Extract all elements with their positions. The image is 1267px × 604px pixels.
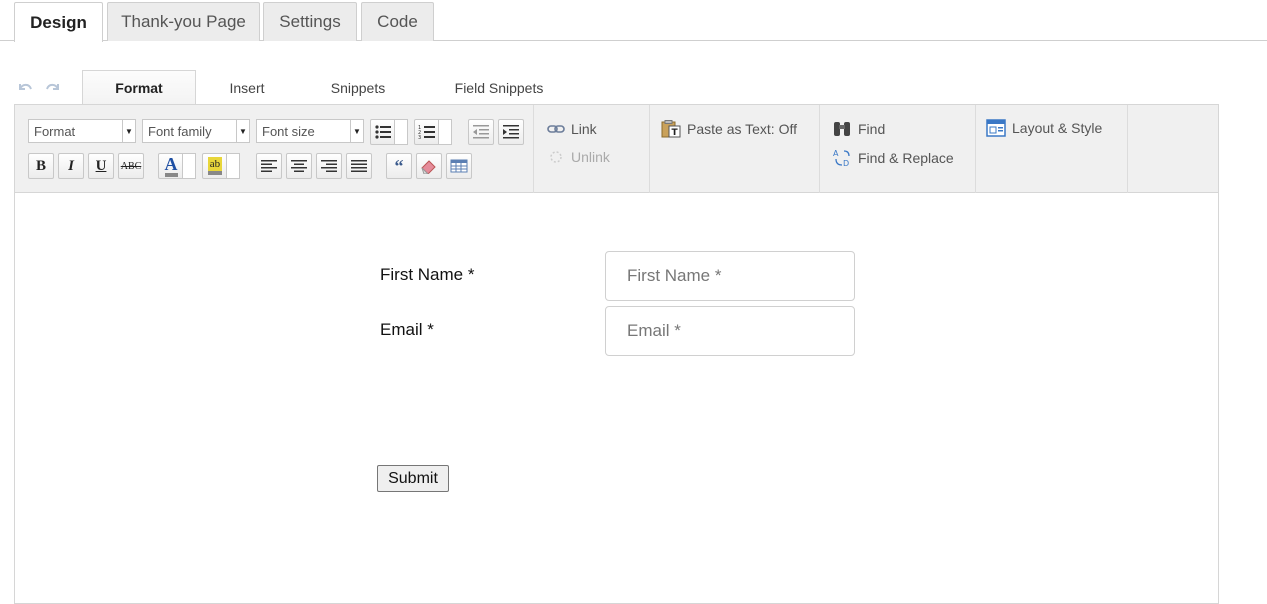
outdent-icon <box>473 125 489 139</box>
link-group: Link Unlink <box>534 105 650 193</box>
chevron-down-icon: ▼ <box>236 120 249 142</box>
align-justify-icon <box>351 160 367 172</box>
redo-icon[interactable] <box>44 78 62 96</box>
font-family-select-label: Font family <box>148 123 212 139</box>
editor-content[interactable]: First Name * Email * Submit <box>15 193 1218 603</box>
unlink-button[interactable]: Unlink <box>547 149 610 165</box>
format-select[interactable]: Format ▼ <box>28 119 136 143</box>
tab-snippets[interactable]: Snippets <box>305 70 411 105</box>
blockquote-button[interactable]: “ <box>386 153 412 179</box>
tab-format[interactable]: Format <box>82 70 196 105</box>
link-button[interactable]: Link <box>547 121 597 137</box>
tab-design[interactable]: Design <box>14 2 103 42</box>
submit-button[interactable]: Submit <box>377 465 449 492</box>
find-replace-button[interactable]: A D Find & Replace <box>832 148 954 168</box>
tab-settings[interactable]: Settings <box>263 2 357 41</box>
bold-button[interactable]: B <box>28 153 54 179</box>
align-left-button[interactable] <box>256 153 282 179</box>
svg-text:D: D <box>843 159 849 168</box>
font-color-icon: A <box>164 155 178 177</box>
link-label: Link <box>571 121 597 137</box>
clipboard-icon: T <box>661 120 681 138</box>
email-label: Email * <box>380 320 434 339</box>
tab-thank-you-page[interactable]: Thank-you Page <box>107 2 260 41</box>
outdent-button[interactable] <box>468 119 494 145</box>
paste-as-text-button[interactable]: T Paste as Text: Off <box>661 120 797 138</box>
undo-redo-group <box>16 78 62 96</box>
paste-group: T Paste as Text: Off <box>650 105 820 193</box>
layout-icon <box>986 119 1006 137</box>
unlink-icon <box>550 151 562 163</box>
align-center-icon <box>291 160 307 172</box>
indent-icon <box>503 125 519 139</box>
bullet-list-button[interactable] <box>370 119 408 145</box>
highlight-color-button[interactable]: ab <box>202 153 240 179</box>
table-icon <box>450 159 468 173</box>
undo-icon[interactable] <box>16 78 34 96</box>
numbered-list-button[interactable]: 1 2 3 <box>414 119 452 145</box>
chevron-down-icon: ▼ <box>350 120 363 142</box>
bullet-list-icon <box>375 125 391 139</box>
font-family-select[interactable]: Font family ▼ <box>142 119 250 143</box>
first-name-input[interactable] <box>605 251 855 301</box>
unlink-label: Unlink <box>571 149 610 165</box>
align-center-button[interactable] <box>286 153 312 179</box>
find-replace-icon: A D <box>833 149 850 168</box>
chevron-down-icon: ▼ <box>122 120 135 142</box>
bullet-list-dropdown[interactable] <box>394 119 408 145</box>
align-right-button[interactable] <box>316 153 342 179</box>
clear-formatting-button[interactable] <box>416 153 442 179</box>
align-justify-button[interactable] <box>346 153 372 179</box>
find-button[interactable]: Find <box>832 120 885 138</box>
svg-text:3: 3 <box>418 135 421 140</box>
svg-text:A: A <box>833 149 839 158</box>
link-icon <box>547 125 565 133</box>
align-right-icon <box>321 160 337 172</box>
first-name-label: First Name * <box>380 265 475 284</box>
align-left-icon <box>261 160 277 172</box>
table-button[interactable] <box>446 153 472 179</box>
editor-frame: Format ▼ Font family ▼ Font size ▼ 1 2 3… <box>14 104 1219 604</box>
tab-code[interactable]: Code <box>361 2 434 41</box>
format-select-label: Format <box>34 123 76 139</box>
underline-button[interactable]: U <box>88 153 114 179</box>
layout-style-button[interactable]: Layout & Style <box>986 119 1102 137</box>
numbered-list-icon: 1 2 3 <box>418 125 435 140</box>
svg-text:T: T <box>672 128 679 138</box>
tab-field-snippets[interactable]: Field Snippets <box>433 70 565 105</box>
find-label: Find <box>858 121 886 137</box>
highlight-icon: ab <box>207 157 223 175</box>
email-input[interactable] <box>605 306 855 356</box>
tab-insert[interactable]: Insert <box>200 70 294 105</box>
numbered-list-dropdown[interactable] <box>438 119 452 145</box>
font-size-select[interactable]: Font size ▼ <box>256 119 364 143</box>
layout-style-label: Layout & Style <box>1012 120 1103 136</box>
italic-button[interactable]: I <box>58 153 84 179</box>
layout-group: Layout & Style <box>976 105 1128 193</box>
text-formatting-group: Format ▼ Font family ▼ Font size ▼ 1 2 3… <box>15 105 534 193</box>
font-color-dropdown[interactable] <box>182 153 196 179</box>
paste-as-text-label: Paste as Text: Off <box>687 121 797 137</box>
indent-button[interactable] <box>498 119 524 145</box>
format-toolbar: Format ▼ Font family ▼ Font size ▼ 1 2 3… <box>15 105 1218 193</box>
binoculars-icon <box>834 122 850 136</box>
top-tab-bar: Design Thank-you Page Settings Code <box>0 0 1267 42</box>
strikethrough-button[interactable]: ABC <box>118 153 144 179</box>
quote-icon: “ <box>394 155 404 176</box>
highlight-color-dropdown[interactable] <box>226 153 240 179</box>
font-size-select-label: Font size <box>262 123 315 139</box>
eraser-icon <box>421 160 436 174</box>
find-group: Find A D Find & Replace <box>820 105 976 193</box>
find-replace-label: Find & Replace <box>858 150 954 166</box>
font-color-button[interactable]: A <box>158 153 196 179</box>
